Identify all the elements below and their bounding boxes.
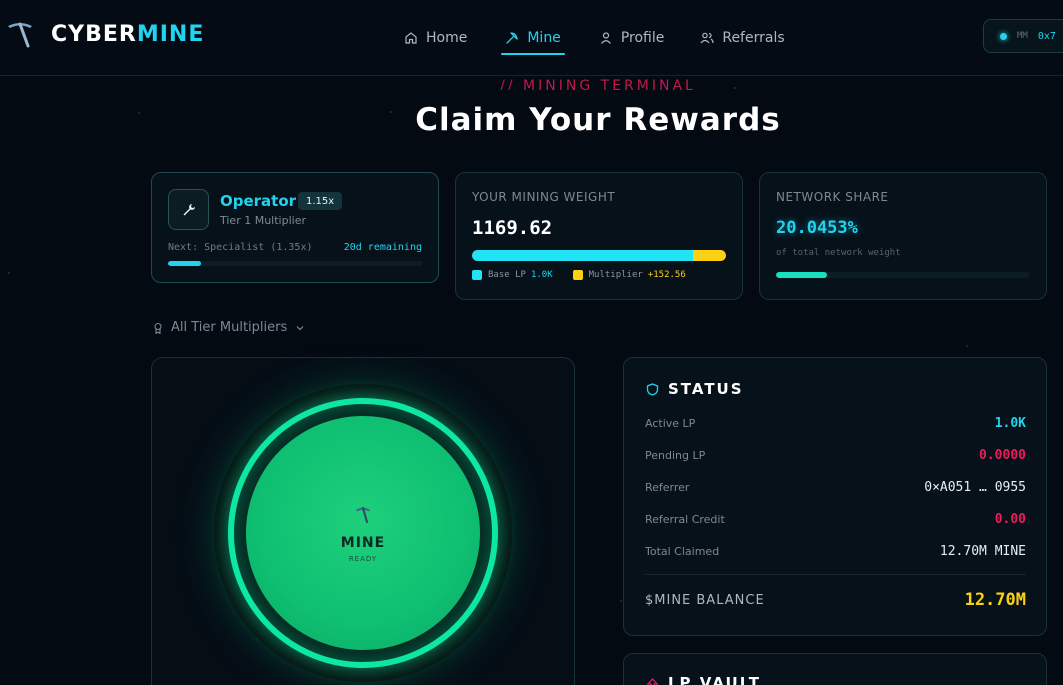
status-row-value: 0.00 [994,512,1026,527]
pickaxe-icon [353,504,373,529]
tier-toggle-label: All Tier Multipliers [171,320,288,335]
mine-button-glow: MINE READY [214,384,512,682]
mining-weight-label: YOUR MINING WEIGHT [472,190,616,204]
status-row-label: Referral Credit [645,513,725,526]
status-row-value: 1.0K [994,416,1026,431]
tier-name: Operator [220,192,297,210]
network-share-card: NETWORK SHARE 20.0453% of total network … [759,172,1047,300]
status-card: STATUS Active LP 1.0K Pending LP 0.0000 … [623,357,1047,636]
brand-name-part1: CYBER [51,21,137,47]
wrench-icon [168,189,209,230]
nav-referrals[interactable]: Referrals [700,24,785,52]
legend-multiplier-label: Multiplier [588,270,643,280]
status-row-value: 12.70M MINE [939,544,1026,559]
status-row-pending-lp: Pending LP 0.0000 [645,448,1026,463]
mine-button[interactable]: MINE READY [246,416,480,650]
weight-bar-base-segment [472,250,693,261]
network-share-subtitle: of total network weight [776,248,901,258]
user-icon [600,32,611,44]
mine-button-ring: MINE READY [228,398,498,668]
users-icon [700,32,714,44]
mining-weight-card: YOUR MINING WEIGHT 1169.62 Base LP 1.0K … [455,172,743,300]
network-share-label: NETWORK SHARE [776,190,889,204]
nav-mine[interactable]: Mine [501,24,566,55]
nav-mine-label: Mine [527,30,561,46]
mining-weight-value: 1169.62 [472,217,553,239]
lock-icon [646,677,659,685]
status-row-label: Pending LP [645,449,706,462]
status-divider [645,574,1026,575]
wallet-status-dot [1000,32,1007,40]
all-tier-multipliers-toggle[interactable]: All Tier Multipliers [152,320,306,335]
nav-home[interactable]: Home [404,24,467,52]
shield-icon [646,382,659,396]
tier-remaining: 20d remaining [343,242,422,253]
status-row-label: Referrer [645,481,690,494]
status-row-value: 0.0000 [979,448,1026,463]
mining-weight-bar [472,250,726,261]
nav-home-label: Home [426,30,468,46]
weight-bar-multiplier-segment [692,250,726,261]
tier-progress-bar [168,261,423,266]
status-row-referral-credit: Referral Credit 0.00 [645,512,1026,527]
background-star [966,345,968,347]
status-row-value[interactable]: 0×A051 … 0955 [924,480,1026,495]
tier-progress-fill [168,261,202,266]
page-title: Claim Your Rewards [415,102,781,138]
legend-multiplier-swatch [572,270,583,280]
status-row-label: Active LP [645,417,696,430]
tier-subtitle: Tier 1 Multiplier [220,214,306,227]
weight-legend: Base LP 1.0K Multiplier +152.56 [472,270,686,280]
mine-balance-value: 12.70M [964,590,1026,610]
wallet-address: 0x7 [1037,30,1056,42]
status-row-active-lp: Active LP 1.0K [645,416,1026,431]
status-title: STATUS [668,380,744,398]
mine-panel: MINE READY [151,357,575,685]
brand-logo[interactable]: CYBERMINE [4,18,204,50]
mine-button-status: READY [348,554,378,563]
top-navbar: CYBERMINE Home Mine Profile Referrals MM… [0,0,1063,76]
mine-balance-label: $MINE BALANCE [645,592,765,608]
tier-card: Operator 1.15x Tier 1 Multiplier Next: S… [151,172,439,283]
legend-base-value: 1.0K [530,270,553,280]
tier-multiplier-badge: 1.15x [298,192,343,210]
network-share-fill [776,272,827,278]
pickaxe-icon [506,32,518,44]
lp-vault-header: LP VAULT [646,674,761,685]
wallet-provider: MM [1017,31,1028,41]
background-star [620,600,622,602]
home-icon [405,32,417,44]
legend-base-swatch [472,270,482,280]
legend-multiplier-value: +152.56 [647,270,686,280]
tier-next-label: Next: Specialist (1.35x) [168,242,313,253]
network-share-value: 20.0453% [776,218,858,238]
network-share-bar [776,272,1030,278]
status-header: STATUS [646,380,744,398]
mine-balance-row: $MINE BALANCE 12.70M [645,590,1026,610]
legend-base-label: Base LP [488,270,526,280]
status-row-label: Total Claimed [645,545,720,558]
award-icon [154,322,162,334]
wallet-button[interactable]: MM 0x7 [983,19,1063,53]
section-eyebrow: // MINING TERMINAL [500,78,696,90]
brand-name-part2: MINE [136,21,205,47]
main-nav: Home Mine Profile Referrals [404,24,821,55]
chevron-down-icon [296,325,304,330]
nav-profile-label: Profile [620,30,665,46]
pickaxe-logo-icon [8,22,32,48]
lp-vault-title: LP VAULT [668,674,761,685]
background-star [8,272,10,274]
status-row-referrer: Referrer 0×A051 … 0955 [645,480,1026,495]
mine-button-label: MINE [340,534,386,551]
nav-referrals-label: Referrals [722,30,785,46]
nav-profile[interactable]: Profile [599,24,665,52]
lp-vault-card: LP VAULT [623,653,1047,685]
status-row-total-claimed: Total Claimed 12.70M MINE [645,544,1026,559]
